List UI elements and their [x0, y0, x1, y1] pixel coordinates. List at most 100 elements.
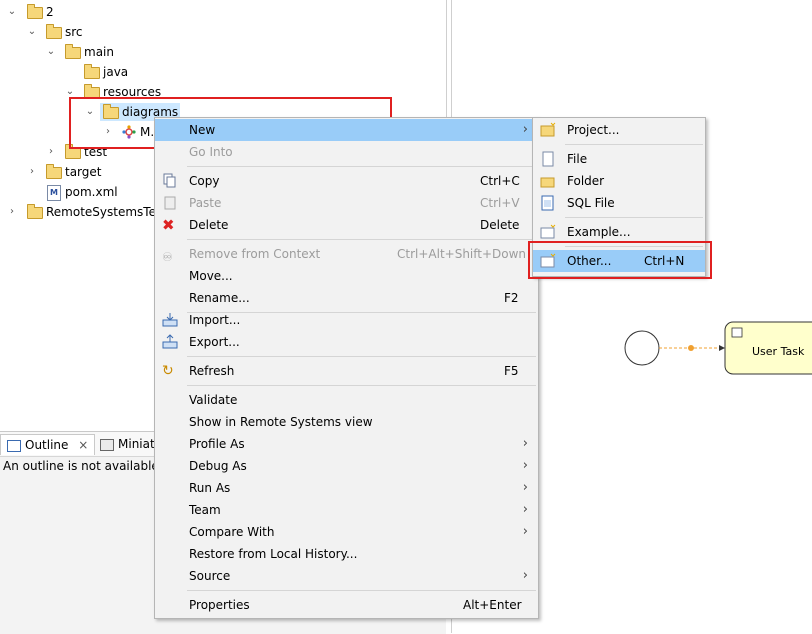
menu-item-source[interactable]: Source ›	[155, 565, 538, 587]
menu-item-go-into[interactable]: Go Into	[155, 141, 538, 163]
chevron-right-icon: ›	[522, 480, 528, 495]
menu-item-label: Properties	[189, 598, 250, 612]
menu-item-label: Profile As	[189, 437, 245, 451]
tree-item-src[interactable]: ⌄ src	[0, 22, 440, 42]
tab-outline[interactable]: Outline ×	[0, 434, 96, 455]
annotation-box-other	[528, 241, 712, 279]
user-task-label: User Task	[752, 345, 805, 358]
menu-item-label: Run As	[189, 481, 231, 495]
menu-item-copy[interactable]: Copy Ctrl+C	[155, 170, 538, 192]
menu-item-import[interactable]: Import...	[155, 309, 538, 331]
chevron-right-icon[interactable]: ›	[45, 142, 57, 162]
submenu-item-sql-file[interactable]: SQL File	[533, 192, 705, 214]
project-folder-icon	[27, 4, 43, 19]
menu-item-label: Move...	[189, 269, 233, 283]
menu-item-label: Go Into	[189, 145, 233, 159]
menu-separator	[187, 166, 536, 167]
remove-context-icon: ♾	[162, 250, 173, 264]
chevron-down-icon[interactable]: ⌄	[45, 42, 57, 62]
menu-separator	[187, 356, 536, 357]
new-folder-icon	[540, 173, 556, 189]
menu-item-label: Remove from Context	[189, 247, 321, 261]
chevron-down-icon[interactable]: ⌄	[6, 2, 18, 22]
menu-item-label: New	[189, 123, 216, 137]
menu-item-label: SQL File	[567, 196, 615, 210]
tree-item-project-2[interactable]: ⌄ 2	[0, 2, 440, 22]
menu-item-show-in-remote-systems[interactable]: Show in Remote Systems view	[155, 411, 538, 433]
submenu-item-folder[interactable]: Folder	[533, 170, 705, 192]
menu-item-run-as[interactable]: Run As ›	[155, 477, 538, 499]
menu-item-label: Compare With	[189, 525, 275, 539]
menu-item-label: Copy	[189, 174, 220, 188]
tree-item-label: src	[65, 25, 83, 39]
menu-item-properties[interactable]: Properties Alt+Enter	[155, 594, 538, 616]
menu-item-compare-with[interactable]: Compare With ›	[155, 521, 538, 543]
menu-item-shortcut: Ctrl+V	[480, 196, 520, 210]
menu-item-shortcut: Alt+Enter	[463, 598, 522, 612]
export-icon	[162, 334, 178, 350]
tree-item-label: java	[103, 65, 129, 79]
sql-file-icon	[540, 195, 556, 211]
menu-item-label: Folder	[567, 174, 605, 188]
tree-item-label: pom.xml	[65, 185, 118, 199]
submenu-item-file[interactable]: File	[533, 148, 705, 170]
paste-icon	[162, 195, 178, 211]
menu-separator	[187, 385, 536, 386]
menu-item-shortcut: Ctrl+C	[480, 174, 520, 188]
menu-item-delete[interactable]: ✖ Delete Delete	[155, 214, 538, 236]
menu-item-label: Import...	[189, 313, 241, 327]
menu-item-debug-as[interactable]: Debug As ›	[155, 455, 538, 477]
menu-item-label: Validate	[189, 393, 238, 407]
submenu-item-project[interactable]: Project...	[533, 119, 705, 141]
menu-item-label: Export...	[189, 335, 240, 349]
menu-item-team[interactable]: Team ›	[155, 499, 538, 521]
chevron-right-icon[interactable]: ›	[6, 202, 18, 222]
tree-item-label: RemoteSystemsTe...	[46, 205, 168, 219]
menu-item-label: Debug As	[189, 459, 247, 473]
folder-icon	[46, 24, 62, 39]
menu-item-restore-local-history[interactable]: Restore from Local History...	[155, 543, 538, 565]
submenu-item-example[interactable]: Example...	[533, 221, 705, 243]
chevron-right-icon: ›	[522, 122, 528, 137]
menu-item-rename[interactable]: Rename... F2	[155, 287, 538, 309]
tree-item-label: 2	[46, 5, 54, 19]
folder-icon	[84, 64, 100, 79]
menu-item-paste[interactable]: Paste Ctrl+V	[155, 192, 538, 214]
new-example-icon	[540, 224, 556, 240]
new-file-icon	[540, 151, 556, 167]
maven-file-icon: M	[47, 185, 61, 201]
chevron-right-icon: ›	[522, 502, 528, 517]
menu-separator	[565, 144, 703, 145]
menu-item-label: Source	[189, 569, 231, 583]
menu-item-refresh[interactable]: ↻ Refresh F5	[155, 360, 538, 382]
tree-item-java[interactable]: java	[0, 62, 440, 82]
close-icon[interactable]: ×	[78, 438, 88, 452]
menu-item-profile-as[interactable]: Profile As ›	[155, 433, 538, 455]
miniature-icon	[100, 438, 114, 451]
chevron-right-icon: ›	[522, 568, 528, 583]
chevron-right-icon: ›	[522, 458, 528, 473]
delete-icon: ✖	[162, 216, 175, 234]
copy-icon	[162, 173, 178, 189]
menu-separator	[187, 590, 536, 591]
menu-item-label: Show in Remote Systems view	[189, 415, 373, 429]
tree-item-label: target	[65, 165, 102, 179]
menu-item-export[interactable]: Export...	[155, 331, 538, 353]
menu-item-validate[interactable]: Validate	[155, 389, 538, 411]
start-event[interactable]	[624, 330, 660, 366]
new-project-icon	[540, 122, 556, 138]
menu-item-remove-from-context[interactable]: ♾ Remove from Context Ctrl+Alt+Shift+Dow…	[155, 243, 538, 265]
menu-item-new[interactable]: New ›	[155, 119, 538, 141]
menu-item-shortcut: Ctrl+Alt+Shift+Down	[397, 247, 527, 261]
menu-item-label: File	[567, 152, 588, 166]
chevron-down-icon[interactable]: ⌄	[26, 22, 38, 42]
folder-icon	[65, 44, 81, 59]
tree-item-main[interactable]: ⌄ main	[0, 42, 440, 62]
menu-separator	[187, 239, 536, 240]
flow-midpoint-handle[interactable]	[688, 345, 694, 351]
menu-item-shortcut: Delete	[480, 218, 520, 232]
refresh-icon: ↻	[162, 363, 174, 379]
menu-item-move[interactable]: Move...	[155, 265, 538, 287]
chevron-right-icon[interactable]: ›	[26, 162, 38, 182]
chevron-right-icon: ›	[522, 436, 528, 451]
